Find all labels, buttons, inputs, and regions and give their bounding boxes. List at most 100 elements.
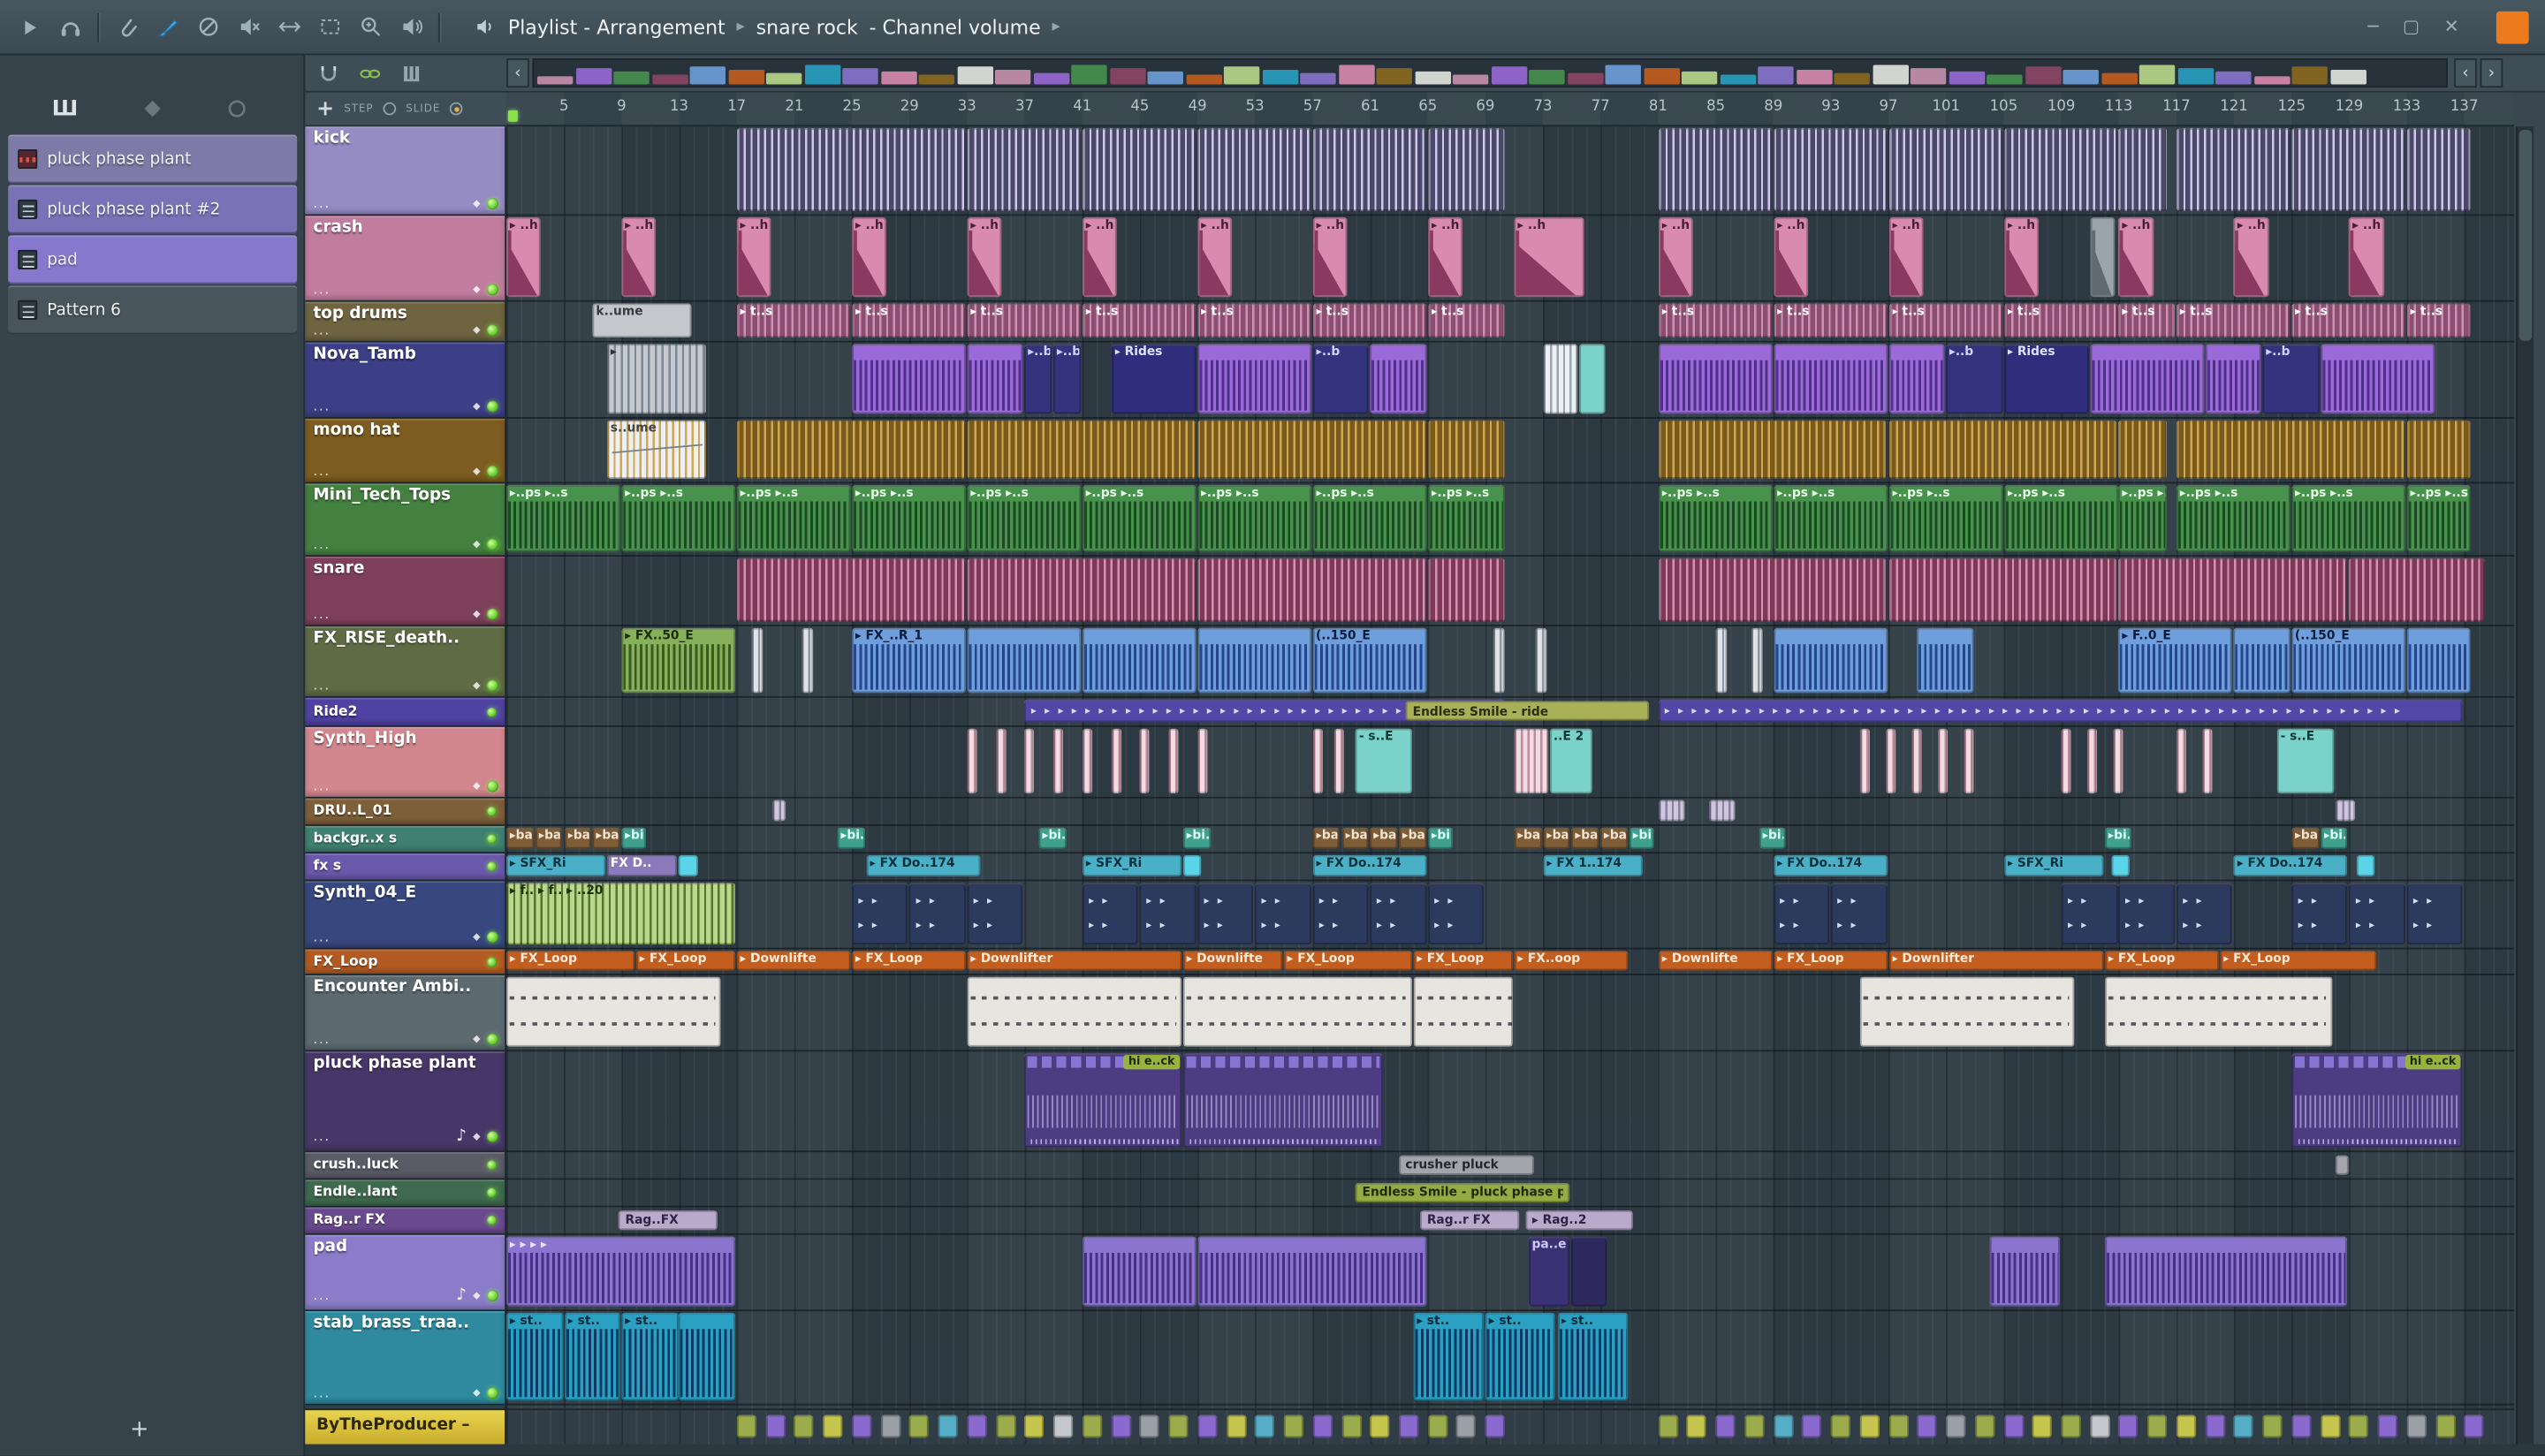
clip[interactable]: ▸ ..h xyxy=(1888,217,1923,298)
bottom-clip[interactable] xyxy=(1744,1414,1765,1438)
clip[interactable] xyxy=(1885,728,1895,794)
mute-led[interactable] xyxy=(487,1187,498,1198)
clip[interactable]: ▸ t..s xyxy=(2291,303,2405,338)
vertical-scrollbar-handle[interactable] xyxy=(2518,129,2533,341)
clip[interactable] xyxy=(1773,627,1888,694)
track-header-dru-l-01[interactable]: DRU..L_01 xyxy=(305,798,505,826)
maximize-button[interactable]: ▢ xyxy=(2403,16,2420,37)
clip[interactable]: ▸ t..s xyxy=(1427,303,1506,338)
track-lane-kick[interactable] xyxy=(506,126,2515,216)
track-options-button[interactable]: ... xyxy=(313,1386,330,1399)
track-header-nova-tamb[interactable]: Nova_Tamb... ◆ xyxy=(305,342,505,419)
track-header-crush-luck[interactable]: crush..luck xyxy=(305,1152,505,1180)
link-icon[interactable] xyxy=(359,63,382,84)
clip[interactable]: ▸..ps ▸..s xyxy=(967,485,1081,552)
track-header-fx-rise-death[interactable]: FX_RISE_death..... ◆ xyxy=(305,626,505,698)
track-lane-mini-tech-tops[interactable]: ▸..ps ▸..s ▸..ps ▸..s ▸..ps ▸..s ▸..ps ▸..s… xyxy=(506,483,2515,557)
clip[interactable]: ▸bi.. xyxy=(1182,827,1211,849)
clip[interactable]: ▸ Downlifte xyxy=(1658,951,1772,971)
track-lane-fx-loop[interactable]: ▸ FX_Loop ▸ FX_Loop ▸ Downlifte ▸ FX_Loop ▸ … xyxy=(506,949,2515,975)
clip[interactable] xyxy=(967,557,1197,622)
clip[interactable] xyxy=(1333,728,1344,794)
clip[interactable]: ▸ ▸ ▸ ▸ xyxy=(852,883,908,944)
track-options-button[interactable]: ... xyxy=(313,399,330,413)
track-options-button[interactable]: ... xyxy=(313,929,330,943)
clip[interactable] xyxy=(1571,1236,1607,1307)
clip[interactable] xyxy=(2113,728,2123,794)
bottom-clip[interactable] xyxy=(1053,1414,1074,1438)
clip[interactable] xyxy=(1082,627,1197,694)
clip[interactable]: ▸ FX..50_E xyxy=(621,627,736,694)
track-options-button[interactable]: ... xyxy=(313,607,330,620)
clip[interactable]: ▸ Rides xyxy=(2003,344,2089,414)
clip[interactable] xyxy=(1082,1236,1197,1307)
clip[interactable]: ▸ st.. xyxy=(1413,1312,1484,1401)
bottom-clip[interactable] xyxy=(2234,1414,2254,1438)
clip[interactable]: ▸..ps ▸..s xyxy=(1888,485,2002,552)
playback-tool-icon[interactable] xyxy=(398,14,423,40)
clip[interactable] xyxy=(2111,854,2131,876)
clip[interactable]: ▸ ..h xyxy=(621,217,657,298)
track-options-button[interactable]: ... xyxy=(313,464,330,477)
bottom-clip[interactable] xyxy=(1427,1414,1447,1438)
bottom-clip[interactable] xyxy=(967,1414,987,1438)
bottom-clip[interactable] xyxy=(1456,1414,1477,1438)
clip[interactable]: ▸ ▸ ▸ ▸ xyxy=(1197,883,1254,944)
track-header-synth-high[interactable]: Synth_High... ◆ xyxy=(305,726,505,799)
clip[interactable]: ▸..ps ▸..s xyxy=(1197,485,1311,552)
headphones-icon[interactable] xyxy=(57,14,82,40)
clip[interactable]: ▸..ps ▸..s xyxy=(1427,485,1506,552)
bottom-clip[interactable] xyxy=(2435,1414,2456,1438)
scroll-left-button[interactable]: ‹ xyxy=(2454,58,2477,88)
bottom-clip[interactable] xyxy=(1312,1414,1333,1438)
clip[interactable]: ▸ FX Do..174 xyxy=(2234,854,2348,876)
clip[interactable] xyxy=(1053,728,1064,794)
clip[interactable]: ▸ t..s xyxy=(736,303,851,338)
clip[interactable]: ▸ FX_Loop xyxy=(1283,951,1412,971)
track-options-button[interactable]: ... xyxy=(313,537,330,550)
track-lane-endle-lant[interactable]: Endless Smile - pluck phase plant xyxy=(506,1179,2515,1208)
bottom-track-label[interactable]: ByTheProducer – xyxy=(305,1408,507,1445)
track-header-encounter-ambi[interactable]: Encounter Ambi..... ◆ xyxy=(305,974,505,1052)
accent-corner-button[interactable] xyxy=(2496,10,2529,43)
clip[interactable]: ▸..ps ▸..s xyxy=(2291,485,2405,552)
track-header-top-drums[interactable]: top drums... ◆ xyxy=(305,301,505,343)
track-options-button[interactable]: ... xyxy=(313,283,330,296)
track-options-button[interactable]: ... xyxy=(313,1288,330,1301)
clip[interactable]: ▸ FX Do..174 xyxy=(1773,854,1888,876)
clip[interactable] xyxy=(1197,344,1311,414)
clip[interactable] xyxy=(2086,728,2098,794)
clip[interactable] xyxy=(1859,728,1870,794)
clip[interactable] xyxy=(1139,728,1151,794)
clip[interactable] xyxy=(2090,344,2204,414)
track-lane-pluck-phase-plant[interactable]: hi e..ck hi e..ck xyxy=(506,1051,2515,1153)
mute-led[interactable] xyxy=(487,834,498,845)
track-options-button[interactable]: ... xyxy=(313,323,330,337)
bottom-clip[interactable] xyxy=(2406,1414,2427,1438)
clip[interactable]: ▸ ..h xyxy=(2003,217,2039,298)
bottom-clip[interactable] xyxy=(1024,1414,1045,1438)
clip[interactable]: ▸ FX_Loop xyxy=(506,951,634,971)
clip[interactable] xyxy=(1888,344,1945,414)
track-header-fx-loop[interactable]: FX_Loop xyxy=(305,949,505,975)
clip[interactable]: ..E 2 xyxy=(1550,728,1592,794)
mute-led[interactable] xyxy=(487,780,498,792)
clip[interactable] xyxy=(2335,1154,2348,1174)
pattern-name[interactable]: snare rock xyxy=(756,15,858,38)
clip[interactable]: ▸ FX_Loop xyxy=(852,951,966,971)
clip[interactable] xyxy=(1715,627,1728,694)
clip[interactable] xyxy=(772,800,786,822)
clip[interactable]: ▸ ▸ ▸ ▸ xyxy=(967,883,1023,944)
bottom-clip[interactable] xyxy=(1888,1414,1909,1438)
track-lane-pad[interactable]: ▸ ▸ ▸ ▸ pa..e xyxy=(506,1235,2515,1312)
clip[interactable]: s..ume xyxy=(607,420,707,479)
clip[interactable]: Rag..r FX xyxy=(1420,1210,1520,1230)
clip[interactable] xyxy=(1182,854,1202,876)
bottom-clip[interactable] xyxy=(2262,1414,2283,1438)
clip[interactable]: ▸ba.. xyxy=(1542,827,1570,849)
clip[interactable] xyxy=(1427,557,1506,622)
clip[interactable]: ▸ FX 1..174 xyxy=(1542,854,1643,876)
bottom-clip[interactable] xyxy=(938,1414,958,1438)
clip[interactable]: ▸bi.. xyxy=(1038,827,1067,849)
clip[interactable]: ▸ ..h xyxy=(852,217,886,298)
